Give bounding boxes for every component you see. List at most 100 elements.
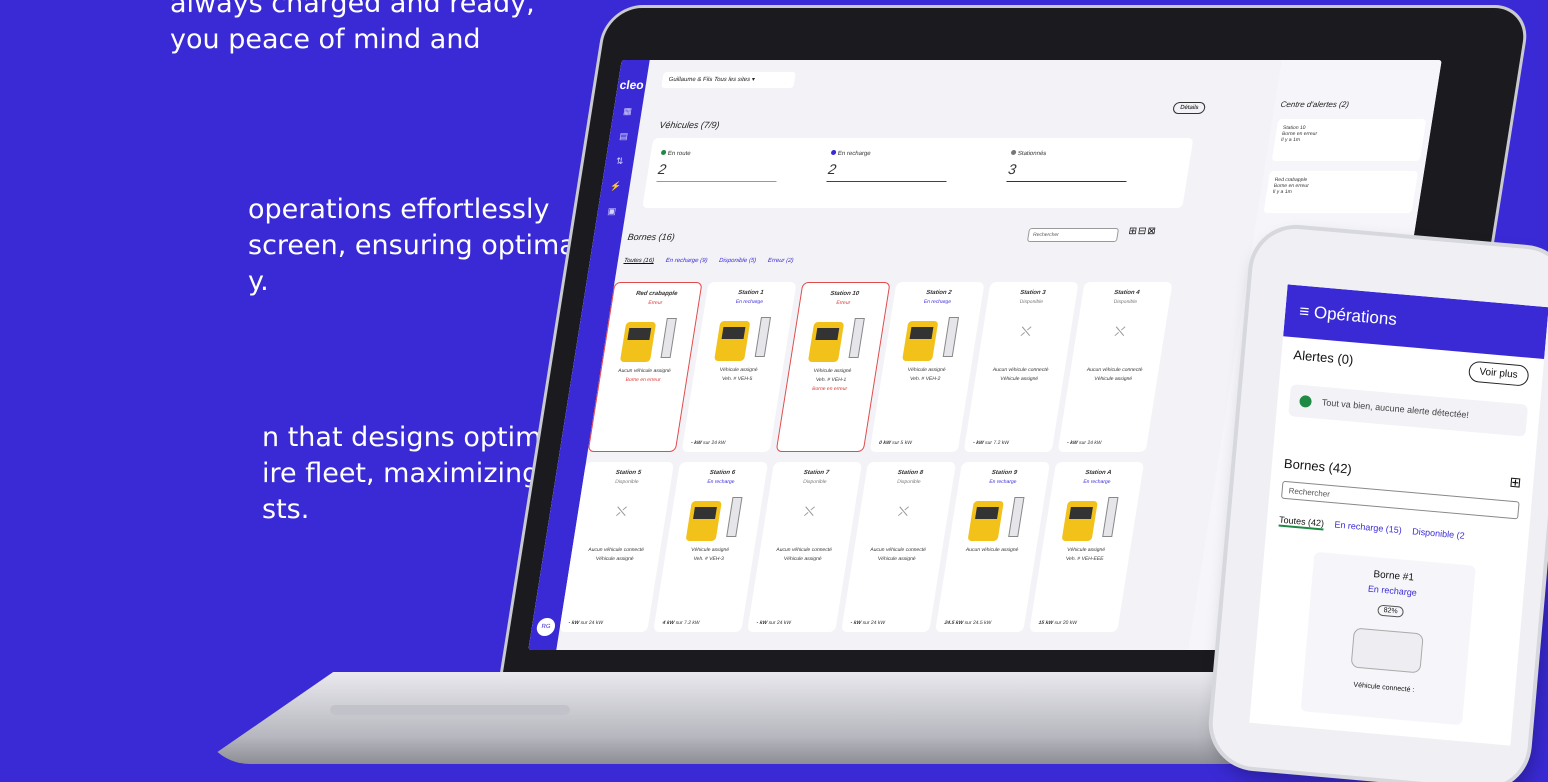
no-vehicle-icon: ⛌	[1019, 323, 1033, 339]
stat-en-recharge: En recharge 2	[826, 150, 991, 182]
bus-icon	[619, 322, 657, 362]
charger-icon	[660, 318, 677, 358]
menu-icon[interactable]: ≡	[1299, 302, 1311, 322]
station-veh-id: Véhicule assigné	[595, 556, 635, 562]
bornes-tabs: Toutes (16) En recharge (9) Disponible (…	[623, 258, 803, 264]
station-status: En recharge	[706, 479, 735, 485]
bus-icon	[807, 322, 845, 362]
tab-disponible[interactable]: Disponible (2	[1412, 526, 1465, 541]
tab-erreur[interactable]: Erreur (2)	[767, 258, 794, 264]
list-icon[interactable]: ▤	[609, 131, 639, 142]
charger-icon	[848, 318, 865, 358]
report-icon[interactable]: ▣	[597, 206, 627, 217]
user-avatar[interactable]: RG	[535, 618, 557, 636]
phone-tabs: Toutes (42) En recharge (15) Disponible …	[1278, 514, 1517, 546]
site-picker[interactable]: Guillaume & Fils Tous les sites ▾	[661, 72, 796, 88]
station-veh-id: Veh. # VEH-1	[815, 377, 847, 383]
bornes-search-input[interactable]: Rechercher	[1026, 228, 1120, 242]
alert-item[interactable]: Red crabapple Borne en erreur Il y a 1m	[1263, 171, 1419, 213]
vehicles-summary: En route 2 En recharge 2 Stationnés 3	[642, 138, 1194, 208]
station-card[interactable]: Station A En recharge Véhicule assigné Veh.…	[1029, 462, 1145, 632]
station-veh-id: Veh. # VEH-5	[721, 376, 753, 382]
station-note: Borne en erreur	[625, 377, 662, 383]
station-vehicle: Aucun véhicule connecté	[775, 547, 833, 553]
view-toggle-icons[interactable]: ⊞⊟⊠	[1128, 226, 1158, 237]
charger-icon	[942, 317, 960, 357]
station-power: 0 kW sur 5 kW	[878, 440, 913, 446]
station-power: 15 kW sur 20 kW	[1038, 620, 1078, 626]
station-name: Station 10	[829, 291, 860, 297]
station-veh-id: Veh. # VEH-2	[909, 376, 941, 382]
no-vehicle-icon: ⛌	[897, 503, 910, 519]
no-vehicle-icon: ⛌	[615, 503, 628, 519]
charger-icon	[1102, 497, 1119, 537]
grid-view-icon[interactable]: ⊞	[1509, 474, 1522, 492]
station-name: Station 7	[803, 470, 830, 476]
phone-screen: ≡ Opérations Alertes (0) Voir plus Tout …	[1249, 284, 1548, 746]
station-vehicle: Véhicule assigné	[907, 367, 947, 373]
station-veh-id: Véhicule assigné	[999, 376, 1039, 382]
station-name: Station 1	[737, 290, 764, 296]
station-name: Station 9	[991, 470, 1018, 476]
tab-toutes[interactable]: Toutes (16)	[623, 258, 654, 264]
cleo-logo: cleo	[618, 78, 645, 92]
station-note: Borne en erreur	[811, 386, 848, 392]
marketing-text-2: operations effortlessly screen, ensuring…	[248, 194, 584, 297]
tab-toutes[interactable]: Toutes (42)	[1278, 514, 1325, 531]
station-vehicle: Véhicule assigné	[1066, 547, 1106, 553]
tab-en-recharge[interactable]: En recharge (9)	[665, 258, 708, 264]
charger-icon	[1008, 497, 1025, 537]
station-name: Red crabapple	[635, 291, 678, 297]
station-power: 4 kW sur 7.2 kW	[662, 620, 700, 626]
dashboard-icon[interactable]: ▦	[613, 106, 643, 117]
main-content: Guillaume & Fils Tous les sites ▾ Véhicu…	[559, 60, 1265, 650]
station-status: Disponible	[614, 479, 640, 485]
charger-icon	[754, 317, 772, 357]
phone-borne-card[interactable]: Borne #1 En recharge 82% Véhicule connec…	[1300, 551, 1476, 726]
station-status: En recharge	[988, 479, 1017, 485]
van-icon	[1350, 627, 1424, 674]
station-status: En recharge	[735, 299, 764, 305]
charger-icon[interactable]: ⚡	[601, 181, 631, 192]
stat-stationnes: Stationnés 3	[1006, 150, 1171, 182]
station-vehicle: Véhicule assigné	[813, 368, 852, 374]
bus-icon	[685, 501, 722, 541]
marketing-text-1: always charged and ready, you peace of m…	[170, 0, 535, 55]
station-power: - kW sur 24 kW	[756, 620, 792, 626]
station-power: - kW sur 24 kW	[690, 440, 727, 446]
station-power: - kW sur 24 kW	[568, 620, 604, 626]
tab-en-recharge[interactable]: En recharge (15)	[1334, 519, 1402, 535]
details-button[interactable]: Détails	[1172, 102, 1207, 114]
station-veh-id: Véhicule assigné	[877, 556, 917, 562]
station-status: Erreur	[835, 300, 851, 306]
station-veh-id: Véhicule assigné	[1093, 376, 1133, 382]
alerts-ok-box: Tout va bien, aucune alerte détectée!	[1288, 384, 1529, 437]
check-icon	[1299, 394, 1313, 408]
station-status: En recharge	[923, 299, 952, 305]
station-power: - kW sur 24 kW	[1066, 440, 1103, 446]
station-card[interactable]: Station 4 Disponible ⛌ Aucun véhicule conne…	[1057, 282, 1173, 452]
station-name: Station 3	[1019, 290, 1046, 296]
station-vehicle: Aucun véhicule connecté	[869, 547, 927, 553]
stat-en-route: En route 2	[656, 150, 821, 182]
laptop-base	[200, 672, 1310, 764]
station-vehicle: Véhicule assigné	[690, 547, 730, 553]
laptop-notch	[330, 705, 570, 715]
station-power: - kW sur 7.2 kW	[972, 440, 1010, 446]
alerts-title: Centre d'alertes (2)	[1279, 100, 1350, 109]
alert-item[interactable]: Station 10 Borne en erreur Il y a 1m	[1271, 119, 1427, 161]
station-vehicle: Aucun véhicule connecté	[587, 547, 645, 553]
bus-icon	[1061, 501, 1098, 541]
voir-plus-button[interactable]: Voir plus	[1467, 360, 1530, 387]
station-power: 24.5 kW sur 24.5 kW	[944, 620, 992, 626]
route-icon[interactable]: ⇅	[605, 156, 635, 167]
station-veh-id: Veh. # VEH-EEE	[1065, 556, 1104, 562]
vehicles-title: Véhicules (7/9)	[658, 120, 721, 130]
station-name: Station 5	[615, 470, 642, 476]
station-veh-id: Veh. # VEH-3	[693, 556, 725, 562]
bus-icon	[714, 321, 751, 361]
station-vehicle: Aucun véhicule connecté	[992, 367, 1049, 373]
station-name: Station 6	[709, 470, 736, 476]
station-name: Station A	[1084, 470, 1112, 476]
tab-disponible[interactable]: Disponible (5)	[719, 258, 757, 264]
